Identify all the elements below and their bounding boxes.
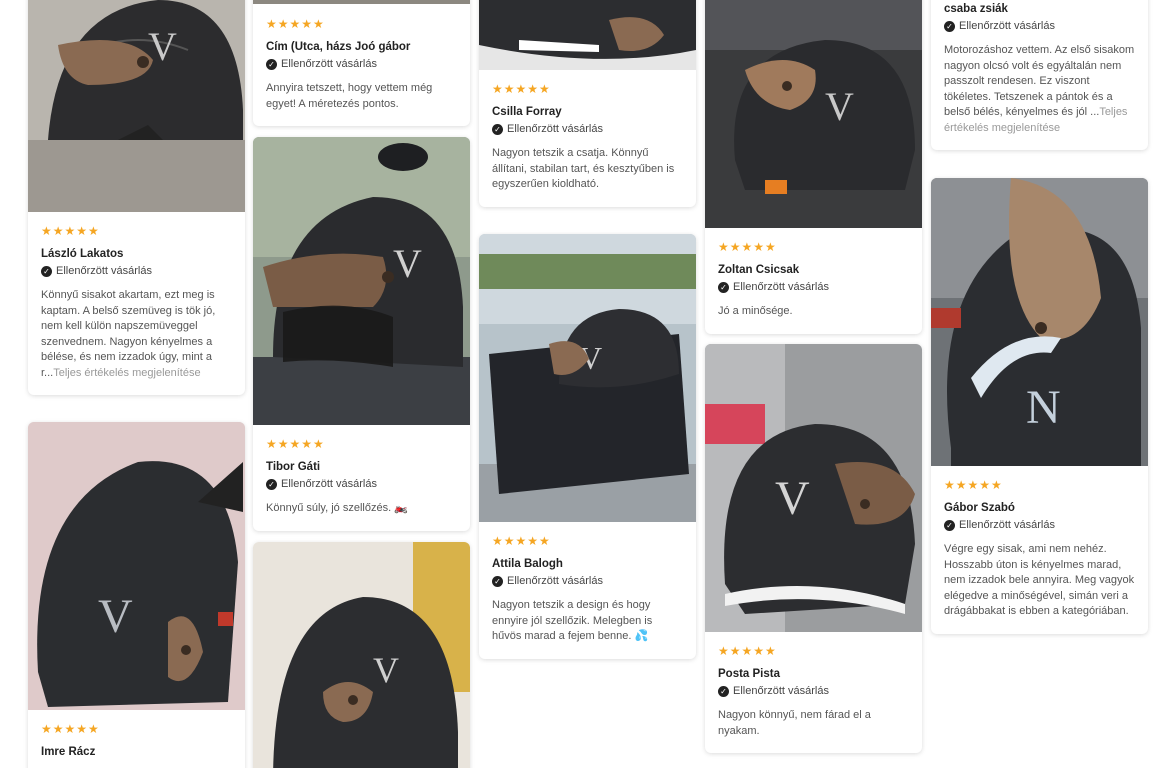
- review-photo[interactable]: [479, 0, 696, 70]
- review-photo[interactable]: V: [28, 422, 245, 710]
- verified-purchase-badge: ✓ Ellenőrzött vásárlás: [41, 264, 232, 278]
- reviewer-name: Attila Balogh: [492, 558, 563, 570]
- review-card: V ★★★★★ Posta Pista ✓ Ellenőrzött vásárl…: [705, 344, 922, 753]
- check-circle-icon: ✓: [718, 685, 729, 697]
- review-photo[interactable]: V: [253, 542, 470, 768]
- verified-label: Ellenőrzött vásárlás: [56, 265, 152, 277]
- review-body: Könnyű sisakot akartam, ezt meg is kapta…: [41, 289, 216, 379]
- check-circle-icon: ✓: [944, 519, 955, 531]
- reviewer-name: Csilla Forray: [492, 106, 562, 118]
- rating-stars: ★★★★★: [266, 437, 325, 451]
- motorcycle-emoji-icon: 🏍️: [394, 502, 408, 514]
- verified-purchase-badge: ✓ Ellenőrzött vásárlás: [492, 574, 683, 588]
- verified-purchase-badge: ✓ Ellenőrzött vásárlás: [266, 477, 457, 491]
- rating-stars: ★★★★★: [718, 644, 777, 658]
- verified-purchase-badge: ✓ Ellenőrzött vásárlás: [492, 122, 683, 136]
- rating-stars: ★★★★★: [266, 17, 325, 31]
- check-circle-icon: ✓: [492, 123, 503, 135]
- review-text: Motorozáshoz vettem. Az első sisakom nag…: [944, 43, 1135, 136]
- review-photo[interactable]: V: [705, 344, 922, 632]
- svg-text:V: V: [775, 472, 810, 525]
- reviewer-name: Zoltan Csicsak: [718, 264, 800, 276]
- reviewer-name: Tibor Gáti: [266, 461, 321, 473]
- review-text: Nagyon tetszik a design és hogy ennyire …: [492, 598, 683, 645]
- review-text: Könnyű súly, jó szellőzés. 🏍️: [266, 501, 457, 517]
- check-circle-icon: ✓: [492, 575, 503, 587]
- reviewer-name: Gábor Szabó: [944, 502, 1015, 514]
- verified-purchase-badge: ✓ Ellenőrzött vásárlás: [718, 280, 909, 294]
- review-card: ★★★★★ Csilla Forray ✓ Ellenőrzött vásárl…: [479, 0, 696, 207]
- verified-label: Ellenőrzött vásárlás: [281, 58, 377, 70]
- reviewer-name: Posta Pista: [718, 668, 780, 680]
- check-circle-icon: ✓: [944, 20, 955, 32]
- verified-purchase-badge: ✓ Ellenőrzött vásárlás: [718, 684, 909, 698]
- review-photo[interactable]: V: [479, 234, 696, 522]
- verified-purchase-badge: ✓ Ellenőrzött vásárlás: [944, 19, 1135, 33]
- review-card: V: [253, 542, 470, 768]
- rating-stars: ★★★★★: [492, 82, 551, 96]
- rating-stars: ★★★★★: [41, 224, 100, 238]
- review-text: Annyira tetszett, hogy vettem még egyet!…: [266, 82, 433, 110]
- review-text: Végre egy sisak, ami nem nehéz. Hosszabb…: [944, 543, 1135, 617]
- reviewer-name: László Lakatos: [41, 248, 124, 260]
- review-body: Nagyon tetszik a design és hogy ennyire …: [492, 599, 653, 642]
- rating-stars: ★★★★★: [41, 722, 100, 736]
- review-card: V ★★★★★ Imre Rácz: [28, 422, 245, 768]
- svg-text:V: V: [825, 84, 854, 129]
- review-text: Nagyon tetszik a csatja. Könnyű állítani…: [492, 147, 675, 190]
- review-text: Nagyon könnyű, nem fárad el a nyakam.: [718, 709, 871, 737]
- verified-label: Ellenőrzött vásárlás: [959, 519, 1055, 531]
- verified-purchase-badge: ✓ Ellenőrzött vásárlás: [944, 518, 1135, 532]
- show-full-review-link[interactable]: Teljes értékelés megjelenítése: [53, 367, 200, 379]
- sweat-drops-emoji-icon: 💦: [634, 630, 649, 642]
- verified-label: Ellenőrzött vásárlás: [507, 575, 603, 587]
- verified-label: Ellenőrzött vásárlás: [733, 281, 829, 293]
- verified-label: Ellenőrzött vásárlás: [733, 685, 829, 697]
- review-photo[interactable]: V: [28, 0, 245, 212]
- check-circle-icon: ✓: [266, 478, 277, 490]
- reviewer-name: Cím (Utca, házs Joó gábor: [266, 41, 411, 53]
- verified-label: Ellenőrzött vásárlás: [507, 123, 603, 135]
- review-photo[interactable]: [253, 0, 470, 4]
- rating-stars: ★★★★★: [718, 240, 777, 254]
- verified-purchase-badge: ✓ Ellenőrzött vásárlás: [266, 57, 457, 71]
- review-card: V ★★★★★ Zoltan Csicsak ✓ Ellenőrzött vás…: [705, 0, 922, 334]
- svg-text:V: V: [393, 241, 422, 286]
- verified-label: Ellenőrzött vásárlás: [281, 478, 377, 490]
- review-body: Könnyű súly, jó szellőzés.: [266, 502, 392, 514]
- svg-text:V: V: [373, 650, 399, 690]
- check-circle-icon: ✓: [41, 265, 52, 277]
- review-text: Könnyű sisakot akartam, ezt meg is kapta…: [41, 288, 232, 381]
- svg-text:V: V: [98, 590, 133, 643]
- review-text: Jó a minősége.: [718, 305, 793, 317]
- check-circle-icon: ✓: [718, 281, 729, 293]
- review-card: N ★★★★★ Gábor Szabó ✓ Ellenőrzött vásárl…: [931, 178, 1148, 634]
- review-photo[interactable]: V: [705, 0, 922, 228]
- reviewer-name: csaba zsiák: [944, 3, 1008, 15]
- reviewer-name: Imre Rácz: [41, 746, 96, 758]
- review-photo[interactable]: N: [931, 178, 1148, 466]
- review-card: V ★★★★★ Attila Balogh ✓ Ellenőrzött vásá…: [479, 234, 696, 659]
- check-circle-icon: ✓: [266, 58, 277, 70]
- rating-stars: ★★★★★: [492, 534, 551, 548]
- verified-label: Ellenőrzött vásárlás: [959, 20, 1055, 32]
- review-photo[interactable]: V: [253, 137, 470, 425]
- review-card: V ★★★★★ László Lakatos ✓ Ellenőrzött vás…: [28, 0, 245, 395]
- rating-stars: ★★★★★: [944, 478, 1003, 492]
- review-card: csaba zsiák ✓ Ellenőrzött vásárlás Motor…: [931, 0, 1148, 150]
- svg-text:N: N: [1026, 381, 1061, 434]
- review-card: ★★★★★ Cím (Utca, házs Joó gábor ✓ Ellenő…: [253, 0, 470, 126]
- review-card: V ★★★★★ Tibor Gáti ✓ Ellenőrzött vásárlá…: [253, 137, 470, 531]
